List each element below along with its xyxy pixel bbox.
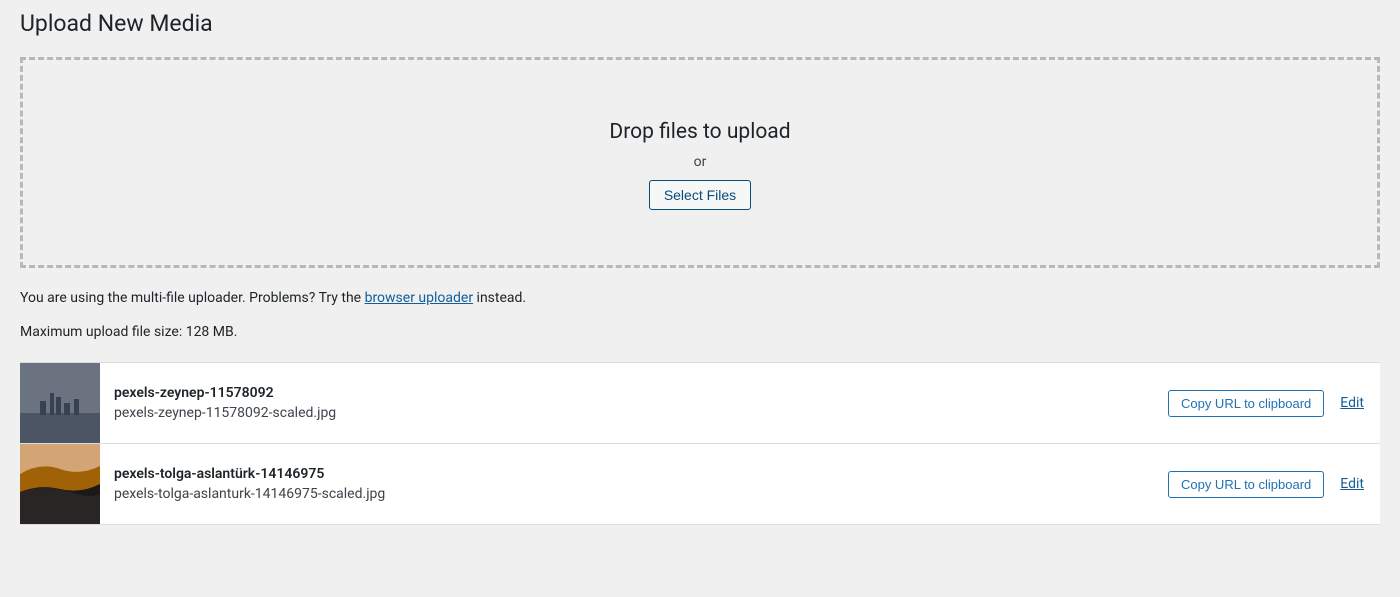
drop-title: Drop files to upload — [43, 120, 1357, 144]
copy-url-button[interactable]: Copy URL to clipboard — [1168, 471, 1324, 498]
max-upload-size: Maximum upload file size: 128 MB. — [20, 324, 1380, 340]
uploader-note-prefix: You are using the multi-file uploader. P… — [20, 290, 365, 306]
thumbnail-image-icon — [20, 363, 100, 443]
edit-link[interactable]: Edit — [1340, 395, 1364, 411]
media-actions: Copy URL to clipboard Edit — [1168, 390, 1380, 417]
media-filename: pexels-zeynep-11578092-scaled.jpg — [114, 405, 1154, 421]
media-title: pexels-tolga-aslantürk-14146975 — [114, 466, 1154, 482]
media-item: pexels-tolga-aslantürk-14146975 pexels-t… — [20, 444, 1380, 525]
media-filename: pexels-tolga-aslanturk-14146975-scaled.j… — [114, 486, 1154, 502]
media-item: pexels-zeynep-11578092 pexels-zeynep-115… — [20, 363, 1380, 444]
media-title: pexels-zeynep-11578092 — [114, 385, 1154, 401]
media-info: pexels-zeynep-11578092 pexels-zeynep-115… — [100, 375, 1168, 431]
drop-zone[interactable]: Drop files to upload or Select Files — [20, 57, 1380, 268]
page-title: Upload New Media — [20, 10, 1380, 37]
edit-link[interactable]: Edit — [1340, 476, 1364, 492]
select-files-button[interactable]: Select Files — [649, 180, 751, 210]
media-actions: Copy URL to clipboard Edit — [1168, 471, 1380, 498]
uploader-note-suffix: instead. — [473, 290, 526, 306]
media-thumbnail — [20, 363, 100, 443]
media-info: pexels-tolga-aslantürk-14146975 pexels-t… — [100, 456, 1168, 512]
drop-or: or — [43, 154, 1357, 170]
media-list: pexels-zeynep-11578092 pexels-zeynep-115… — [20, 362, 1380, 525]
uploader-note: You are using the multi-file uploader. P… — [20, 290, 1380, 306]
thumbnail-image-icon — [20, 444, 100, 524]
media-thumbnail — [20, 444, 100, 524]
browser-uploader-link[interactable]: browser uploader — [365, 290, 474, 306]
copy-url-button[interactable]: Copy URL to clipboard — [1168, 390, 1324, 417]
